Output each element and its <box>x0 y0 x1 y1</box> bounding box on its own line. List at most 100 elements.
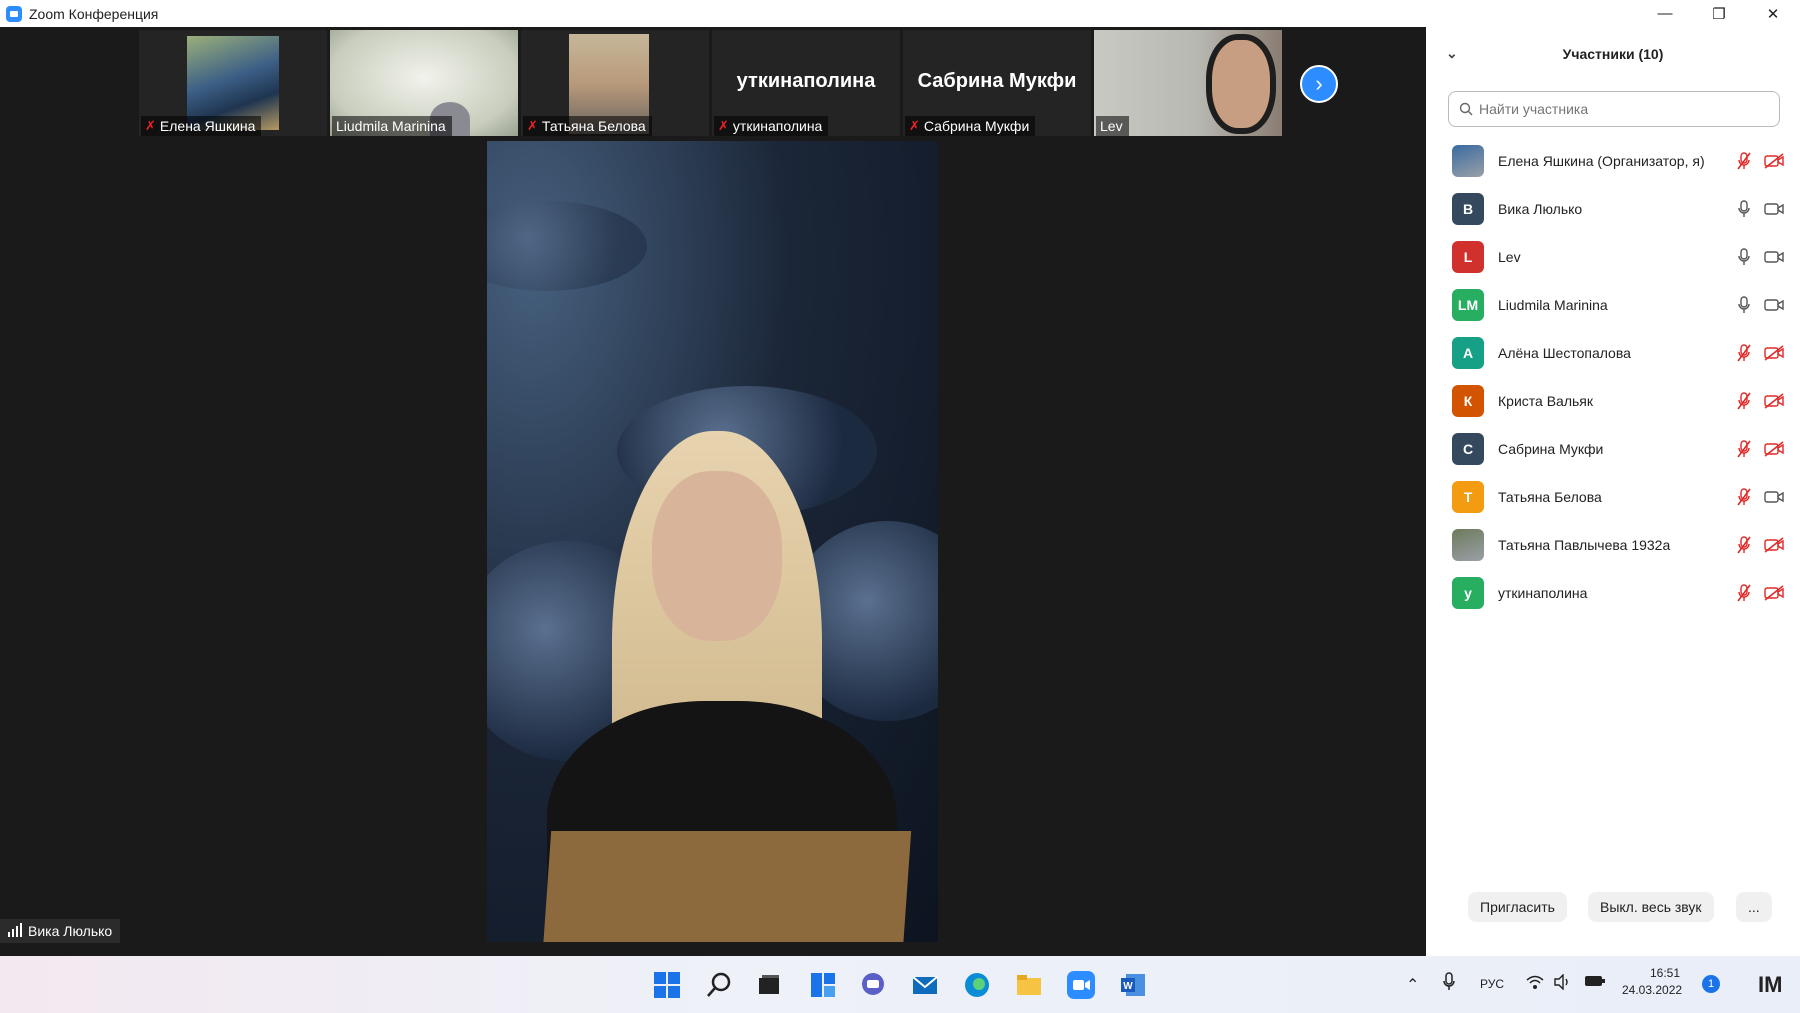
video-off-icon[interactable] <box>1764 583 1784 603</box>
more-button[interactable]: ... <box>1736 892 1772 922</box>
video-icon[interactable] <box>1764 199 1784 219</box>
mic-muted-icon[interactable] <box>1734 487 1754 507</box>
avatar: Т <box>1452 481 1484 513</box>
mic-muted-icon[interactable] <box>1734 535 1754 555</box>
microphone-tray-icon[interactable] <box>1442 972 1456 995</box>
task-view-icon[interactable] <box>754 970 784 1000</box>
mic-muted-icon: ✗ <box>145 118 156 133</box>
windows-taskbar: W ⌃ РУС 16:51 24.03.2022 1 IM <box>0 956 1800 1013</box>
edge-icon[interactable] <box>962 970 992 1000</box>
mic-muted-icon[interactable] <box>1734 343 1754 363</box>
participant-name: уткинаполина <box>732 118 823 134</box>
mic-muted-icon: ✗ <box>527 118 538 133</box>
video-off-icon[interactable] <box>1764 439 1784 459</box>
invite-button[interactable]: Пригласить <box>1468 892 1567 922</box>
participant-search[interactable] <box>1448 91 1780 127</box>
app-tray-icon[interactable]: IM <box>1758 972 1782 998</box>
search-icon <box>1459 102 1473 116</box>
zoom-taskbar-icon[interactable] <box>1066 970 1096 1000</box>
svg-text:W: W <box>1123 981 1133 992</box>
search-icon[interactable] <box>704 970 734 1000</box>
participant-name: Сабрина Мукфи <box>923 118 1030 134</box>
participants-list: Елена Яшкина (Организатор, я) В Вика Люльк… <box>1426 137 1800 617</box>
widgets-icon[interactable] <box>808 970 838 1000</box>
chevron-down-icon[interactable]: ⌄ <box>1446 45 1458 62</box>
chevron-up-icon[interactable]: ⌃ <box>1406 975 1419 995</box>
mute-all-button[interactable]: Выкл. весь звук <box>1588 892 1714 922</box>
participant-row[interactable]: А Алёна Шестопалова <box>1426 329 1800 377</box>
participant-status <box>1734 343 1784 363</box>
participant-status <box>1734 487 1784 507</box>
close-button[interactable]: ✕ <box>1746 0 1800 27</box>
participant-row[interactable]: LM Liudmila Marinina <box>1426 281 1800 329</box>
participant-name: Вика Люлько <box>1498 201 1583 217</box>
participant-name: Сабрина Мукфи <box>1498 441 1604 457</box>
video-off-icon[interactable] <box>1764 391 1784 411</box>
connection-signal-icon <box>8 923 22 937</box>
video-off-icon[interactable] <box>1764 343 1784 363</box>
background-cloud <box>487 201 647 291</box>
participant-row[interactable]: L Lev <box>1426 233 1800 281</box>
participant-row[interactable]: Т Татьяна Белова <box>1426 473 1800 521</box>
mic-muted-icon[interactable] <box>1734 391 1754 411</box>
battery-icon[interactable] <box>1584 974 1606 991</box>
participant-row[interactable]: у уткинаполина <box>1426 569 1800 617</box>
title-bar: Zoom Конференция — ❐ ✕ <box>0 0 1800 27</box>
word-icon[interactable]: W <box>1118 970 1148 1000</box>
participant-name: Lev <box>1498 249 1521 265</box>
video-icon[interactable] <box>1764 247 1784 267</box>
mic-icon[interactable] <box>1734 199 1754 219</box>
mic-muted-icon[interactable] <box>1734 439 1754 459</box>
next-page-button[interactable]: › <box>1300 65 1338 103</box>
participant-row[interactable]: Елена Яшкина (Организатор, я) <box>1426 137 1800 185</box>
language-indicator[interactable]: РУС <box>1480 977 1504 991</box>
video-icon[interactable] <box>1764 487 1784 507</box>
participants-panel: ⌄ Участники (10) Елена Яшкина (Организат… <box>1426 27 1800 956</box>
participant-label: Liudmila Marinina <box>332 116 452 136</box>
restore-button[interactable]: ❐ <box>1692 0 1746 27</box>
thumbnail-1[interactable]: Liudmila Marinina <box>330 30 518 136</box>
thumbnail-0[interactable]: ✗ Елена Яшкина <box>139 30 327 136</box>
avatar: А <box>1452 337 1484 369</box>
thumbnail-2[interactable]: ✗ Татьяна Белова <box>521 30 709 136</box>
participant-name: Татьяна Павлычева 1932a <box>1498 537 1671 553</box>
minimize-button[interactable]: — <box>1638 0 1692 27</box>
notification-badge[interactable]: 1 <box>1702 975 1720 993</box>
participant-row[interactable]: К Криста Вальяк <box>1426 377 1800 425</box>
thumbnail-4[interactable]: Сабрина Мукфи ✗ Сабрина Мукфи <box>903 30 1091 136</box>
avatar: В <box>1452 193 1484 225</box>
thumbnail-3[interactable]: уткинаполина ✗ уткинаполина <box>712 30 900 136</box>
search-input[interactable] <box>1479 101 1759 117</box>
active-speaker-name: Вика Люлько <box>28 923 113 939</box>
mail-icon[interactable] <box>910 970 940 1000</box>
mic-icon[interactable] <box>1734 295 1754 315</box>
video-off-icon[interactable] <box>1764 151 1784 171</box>
participant-label: ✗ Татьяна Белова <box>523 116 652 136</box>
participant-status <box>1734 583 1784 603</box>
thumbnail-5[interactable]: Lev <box>1094 30 1282 136</box>
mic-muted-icon: ✗ <box>718 118 729 133</box>
participant-row[interactable]: В Вика Люлько <box>1426 185 1800 233</box>
speaker-face <box>652 471 782 641</box>
volume-icon[interactable] <box>1554 973 1572 993</box>
clock-time: 16:51 <box>1649 966 1680 980</box>
clock[interactable]: 16:51 24.03.2022 <box>1622 966 1682 997</box>
wifi-icon[interactable] <box>1526 974 1544 993</box>
meeting-area: ✗ Елена Яшкина Liudmila Marinina ✗ Татьяна… <box>0 27 1426 956</box>
participant-label: ✗ Елена Яшкина <box>141 116 262 136</box>
participant-name: Liudmila Marinina <box>1498 297 1608 313</box>
avatar: L <box>1452 241 1484 273</box>
participant-name: уткинаполина <box>1498 585 1588 601</box>
mic-muted-icon[interactable] <box>1734 583 1754 603</box>
chat-icon[interactable] <box>858 970 888 1000</box>
participant-name: Елена Яшкина (Организатор, я) <box>1498 153 1705 169</box>
mic-muted-icon[interactable] <box>1734 151 1754 171</box>
file-explorer-icon[interactable] <box>1014 970 1044 1000</box>
participant-status <box>1734 199 1784 219</box>
video-icon[interactable] <box>1764 295 1784 315</box>
mic-icon[interactable] <box>1734 247 1754 267</box>
video-off-icon[interactable] <box>1764 535 1784 555</box>
participant-row[interactable]: С Сабрина Мукфи <box>1426 425 1800 473</box>
start-icon[interactable] <box>652 970 682 1000</box>
participant-row[interactable]: Татьяна Павлычева 1932a <box>1426 521 1800 569</box>
